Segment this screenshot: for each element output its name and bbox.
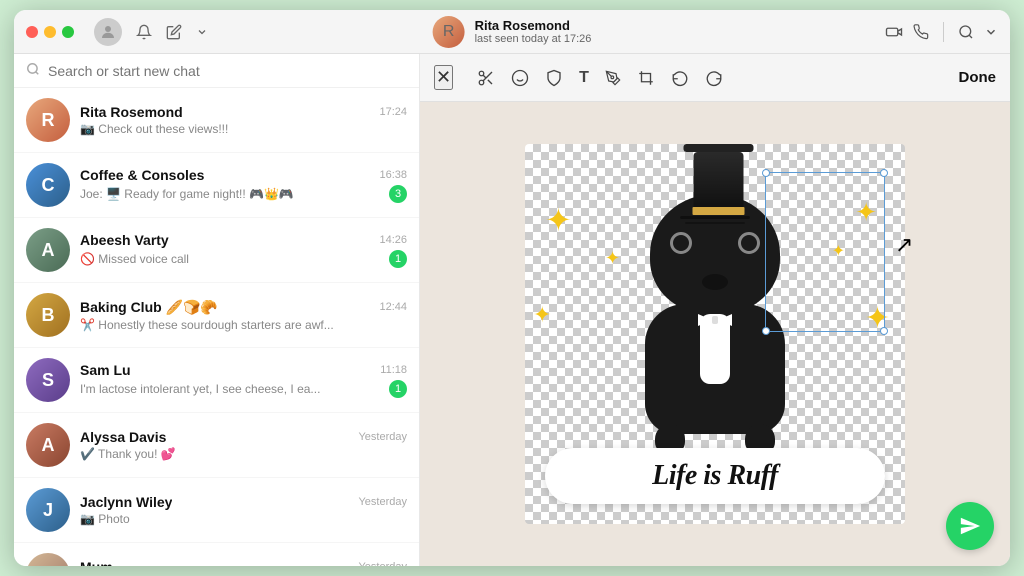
pen-tool[interactable] bbox=[605, 70, 621, 86]
editor-close-button[interactable]: ✕ bbox=[434, 65, 453, 90]
chat-list-item[interactable]: M Mum Yesterday ✔️ Night, love you too x… bbox=[14, 543, 419, 566]
chat-avatar: B bbox=[26, 293, 70, 337]
chat-list-item[interactable]: B Baking Club 🥖🍞🥐 12:44 ✂️ Honestly thes… bbox=[14, 283, 419, 348]
shape-tool[interactable] bbox=[545, 69, 563, 87]
minimize-window-button[interactable] bbox=[44, 26, 56, 38]
search-bar bbox=[14, 54, 419, 88]
chat-name: Baking Club 🥖🍞🥐 bbox=[80, 299, 218, 316]
send-button[interactable] bbox=[946, 502, 994, 550]
scissor-tool[interactable] bbox=[477, 69, 495, 87]
chat-list: R Rita Rosemond 17:24 📷 Check out these … bbox=[14, 88, 419, 566]
chat-info: Alyssa Davis Yesterday ✔️ Thank you! 💕 bbox=[80, 429, 407, 461]
contact-status: last seen today at 17:26 bbox=[475, 33, 592, 45]
unread-badge: 1 bbox=[389, 380, 407, 398]
life-is-ruff-text: Life is Ruff bbox=[652, 460, 778, 491]
chat-info: Sam Lu 11:18 I'm lactose intolerant yet,… bbox=[80, 362, 407, 398]
chat-preview: 📷 Photo bbox=[80, 512, 130, 526]
chat-preview: ✔️ Thank you! 💕 bbox=[80, 447, 176, 461]
chat-list-item[interactable]: R Rita Rosemond 17:24 📷 Check out these … bbox=[14, 88, 419, 153]
chat-avatar: M bbox=[26, 553, 70, 566]
chat-name: Mum bbox=[80, 559, 113, 566]
chat-avatar: A bbox=[26, 228, 70, 272]
chat-list-item[interactable]: C Coffee & Consoles 16:38 Joe: 🖥️ Ready … bbox=[14, 153, 419, 218]
chat-time: 14:26 bbox=[379, 234, 407, 246]
chat-preview: 🚫 Missed voice call bbox=[80, 252, 189, 266]
chat-preview: 📷 Check out these views!!! bbox=[80, 122, 228, 136]
chat-area: ✕ T bbox=[420, 54, 1010, 566]
crop-tool[interactable] bbox=[637, 69, 655, 87]
more-options-icon[interactable] bbox=[984, 25, 998, 39]
chat-name: Jaclynn Wiley bbox=[80, 494, 172, 510]
chat-time: 11:18 bbox=[380, 364, 407, 376]
titlebar: R Rita Rosemond last seen today at 17:26 bbox=[14, 10, 1010, 54]
chat-avatar: C bbox=[26, 163, 70, 207]
chat-avatar: S bbox=[26, 358, 70, 402]
chat-name: Abeesh Varty bbox=[80, 232, 169, 248]
chat-time: Yesterday bbox=[358, 431, 407, 443]
chat-avatar: A bbox=[26, 423, 70, 467]
voice-call-icon[interactable] bbox=[913, 24, 929, 40]
chat-list-item[interactable]: A Alyssa Davis Yesterday ✔️ Thank you! 💕 bbox=[14, 413, 419, 478]
chat-info: Jaclynn Wiley Yesterday 📷 Photo bbox=[80, 494, 407, 526]
compose-icon[interactable] bbox=[166, 24, 182, 40]
chat-name: Sam Lu bbox=[80, 362, 131, 378]
chat-avatar: R bbox=[26, 98, 70, 142]
sidebar: R Rita Rosemond 17:24 📷 Check out these … bbox=[14, 54, 420, 566]
titlebar-left-controls bbox=[94, 18, 208, 46]
close-window-button[interactable] bbox=[26, 26, 38, 38]
editor-canvas: ✦ ✦ ✦ ✦ ✦ ✦ bbox=[420, 102, 1010, 566]
divider bbox=[943, 22, 944, 42]
search-icon bbox=[26, 62, 40, 79]
redo-tool[interactable] bbox=[705, 69, 723, 87]
unread-badge: 3 bbox=[389, 185, 407, 203]
chat-info: Coffee & Consoles 16:38 Joe: 🖥️ Ready fo… bbox=[80, 167, 407, 203]
chat-info: Baking Club 🥖🍞🥐 12:44 ✂️ Honestly these … bbox=[80, 299, 407, 332]
chat-time: 12:44 bbox=[379, 301, 407, 313]
chat-name: Rita Rosemond bbox=[80, 104, 183, 120]
traffic-lights bbox=[26, 26, 74, 38]
chat-info: Rita Rosemond 17:24 📷 Check out these vi… bbox=[80, 104, 407, 136]
chat-info: Mum Yesterday ✔️ Night, love you too xx bbox=[80, 559, 407, 566]
chat-time: 16:38 bbox=[379, 169, 407, 181]
chat-list-item[interactable]: S Sam Lu 11:18 I'm lactose intolerant ye… bbox=[14, 348, 419, 413]
chat-search-icon[interactable] bbox=[958, 24, 974, 40]
done-button[interactable]: Done bbox=[959, 69, 997, 86]
chat-avatar: J bbox=[26, 488, 70, 532]
chat-name: Alyssa Davis bbox=[80, 429, 166, 445]
titlebar-right-controls bbox=[885, 22, 998, 42]
chat-time: Yesterday bbox=[358, 561, 407, 566]
chat-preview: I'm lactose intolerant yet, I see cheese… bbox=[80, 382, 320, 396]
contact-name: Rita Rosemond bbox=[475, 18, 592, 33]
pug-illustration bbox=[525, 154, 905, 464]
text-tool[interactable]: T bbox=[579, 69, 589, 87]
chat-time: 17:24 bbox=[379, 106, 407, 118]
chat-info: Abeesh Varty 14:26 🚫 Missed voice call 1 bbox=[80, 232, 407, 268]
chat-list-item[interactable]: J Jaclynn Wiley Yesterday 📷 Photo bbox=[14, 478, 419, 543]
undo-tool[interactable] bbox=[671, 69, 689, 87]
emoji-tool[interactable] bbox=[511, 69, 529, 87]
unread-badge: 1 bbox=[389, 250, 407, 268]
chat-list-item[interactable]: A Abeesh Varty 14:26 🚫 Missed voice call… bbox=[14, 218, 419, 283]
chat-time: Yesterday bbox=[358, 496, 407, 508]
user-avatar[interactable] bbox=[94, 18, 122, 46]
titlebar-left-chevron-icon[interactable] bbox=[196, 26, 208, 38]
cursor: ↖ bbox=[895, 232, 913, 258]
chat-preview: Joe: 🖥️ Ready for game night!! 🎮👑🎮 bbox=[80, 187, 294, 201]
app-window: R Rita Rosemond last seen today at 17:26 bbox=[14, 10, 1010, 566]
search-input[interactable] bbox=[48, 63, 407, 79]
life-is-ruff-banner: Life is Ruff bbox=[545, 448, 885, 504]
editor-toolbar: ✕ T bbox=[420, 54, 1010, 102]
chat-preview: ✂️ Honestly these sourdough starters are… bbox=[80, 318, 334, 332]
sticker-canvas: ✦ ✦ ✦ ✦ ✦ ✦ bbox=[525, 144, 905, 524]
contact-info: Rita Rosemond last seen today at 17:26 bbox=[475, 18, 592, 45]
chat-name: Coffee & Consoles bbox=[80, 167, 204, 183]
video-call-icon[interactable] bbox=[885, 23, 903, 41]
contact-avatar: R bbox=[433, 16, 465, 48]
maximize-window-button[interactable] bbox=[62, 26, 74, 38]
top-hat bbox=[684, 144, 754, 215]
notifications-icon[interactable] bbox=[136, 24, 152, 40]
main-content: R Rita Rosemond 17:24 📷 Check out these … bbox=[14, 54, 1010, 566]
